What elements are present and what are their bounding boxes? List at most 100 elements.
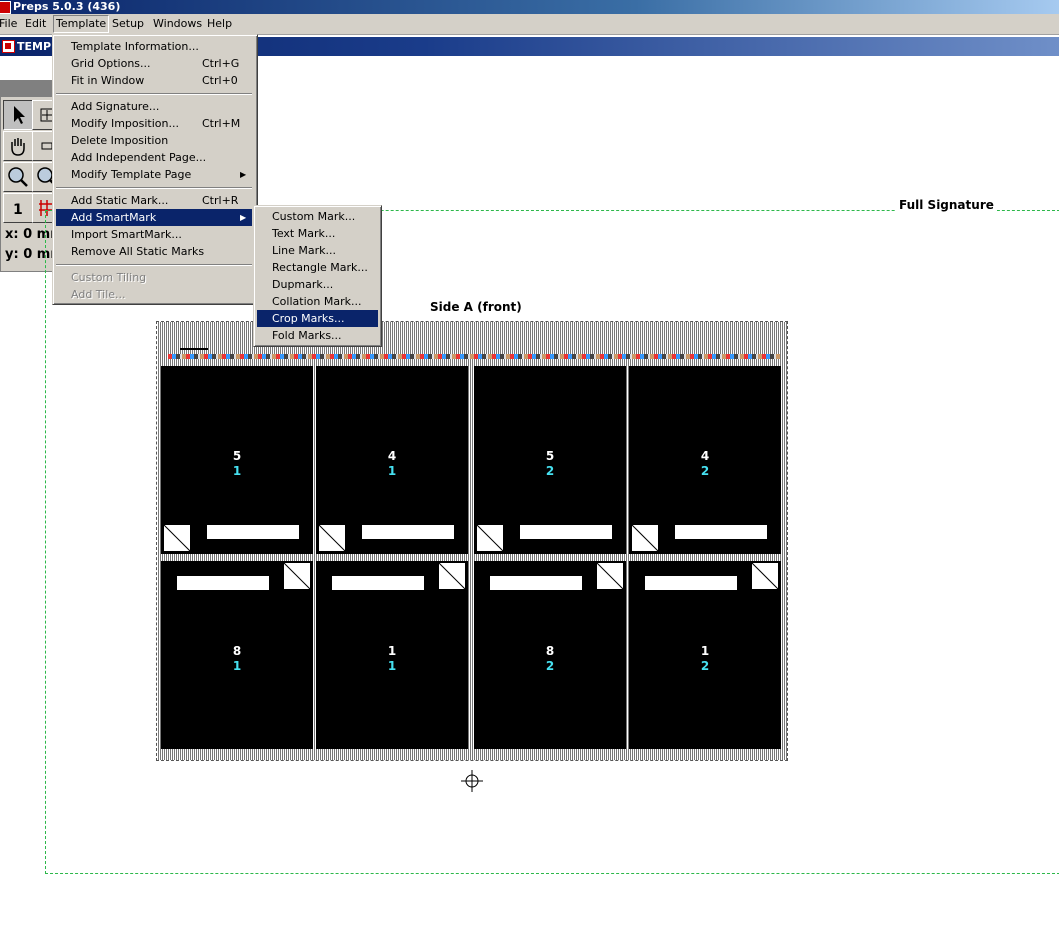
page-folio: 1 (700, 644, 710, 658)
page-corner-mark-icon (438, 562, 467, 591)
menu-help[interactable]: Help (204, 16, 235, 32)
arrow-icon[interactable] (3, 100, 33, 130)
menu-setup[interactable]: Setup (109, 16, 147, 32)
menu-separator (56, 187, 252, 189)
menu-item-label: Add Tile... (71, 288, 126, 301)
page-slug-bar (362, 525, 454, 539)
menu-item-add-smartmark[interactable]: Add SmartMark ▶ (56, 209, 252, 226)
submenu-item-fold-marks[interactable]: Fold Marks... (257, 327, 378, 344)
template-menu: Template Information... Grid Options... Ct… (52, 34, 258, 305)
menu-item-remove-all-static-marks[interactable]: Remove All Static Marks (56, 243, 252, 260)
menu-item-delete-imposition[interactable]: Delete Imposition (56, 132, 252, 149)
menu-item-shortcut: Ctrl+R (202, 194, 239, 207)
menu-item-modify-template-page[interactable]: Modify Template Page ▶ (56, 166, 252, 183)
menu-item-label: Template Information... (71, 40, 199, 53)
page-folio: 1 (387, 644, 397, 658)
submenu-item-dupmark[interactable]: Dupmark... (257, 276, 378, 293)
page-slug-bar (675, 525, 767, 539)
submenu-item-crop-marks[interactable]: Crop Marks... (257, 310, 378, 327)
page-corner-mark-icon (318, 524, 347, 553)
submenu-item-label: Fold Marks... (272, 329, 342, 342)
page-signature-number: 1 (232, 464, 242, 478)
menu-item-label: Modify Template Page (71, 168, 192, 181)
app-title-bar[interactable]: Preps 5.0.3 (436) (0, 0, 1059, 14)
page-folio: 5 (545, 449, 555, 463)
page-corner-mark-icon (751, 562, 780, 591)
submenu-arrow-icon: ▶ (240, 170, 247, 179)
menu-item-template-information[interactable]: Template Information... (56, 38, 252, 55)
menu-item-modify-imposition[interactable]: Modify Imposition... Ctrl+M (56, 115, 252, 132)
menu-item-shortcut: Ctrl+0 (202, 74, 238, 87)
submenu-item-collation-mark[interactable]: Collation Mark... (257, 293, 378, 310)
menu-separator (56, 264, 252, 266)
page-4-sig-2[interactable]: 42 (629, 366, 781, 554)
menu-item-shortcut: Ctrl+G (202, 57, 240, 70)
menu-template[interactable]: Template (53, 15, 110, 33)
page-8-sig-2[interactable]: 82 (474, 561, 626, 749)
menu-item-add-independent-page[interactable]: Add Independent Page... (56, 149, 252, 166)
page-corner-mark-icon (631, 524, 660, 553)
menu-file[interactable]: File (0, 16, 20, 32)
page-slug-bar (177, 576, 269, 590)
submenu-item-label: Custom Mark... (272, 210, 356, 223)
page-signature-number: 2 (545, 659, 555, 673)
page-folio: 4 (700, 449, 710, 463)
crosshair-icon[interactable] (461, 770, 483, 792)
submenu-item-rectangle-mark[interactable]: Rectangle Mark... (257, 259, 378, 276)
sheet-mark-line (180, 348, 208, 350)
page-signature-number: 1 (387, 464, 397, 478)
submenu-item-label: Line Mark... (272, 244, 337, 257)
page-tool-label: 1 (13, 202, 23, 218)
page-1-sig-2[interactable]: 12 (629, 561, 781, 749)
menu-item-add-static-mark[interactable]: Add Static Mark... Ctrl+R (56, 192, 252, 209)
menu-item-label: Delete Imposition (71, 134, 169, 147)
submenu-item-label: Crop Marks... (272, 312, 345, 325)
page-1-sig-1[interactable]: 11 (316, 561, 468, 749)
submenu-item-text-mark[interactable]: Text Mark... (257, 225, 378, 242)
zoom-in-icon[interactable] (3, 162, 33, 192)
submenu-item-label: Text Mark... (272, 227, 336, 240)
hand-icon[interactable] (3, 131, 33, 161)
submenu-item-label: Collation Mark... (272, 295, 362, 308)
page-slug-bar (332, 576, 424, 590)
menu-item-label: Modify Imposition... (71, 117, 179, 130)
menu-item-label: Custom Tiling (71, 271, 147, 284)
app-title: Preps 5.0.3 (436) (13, 0, 121, 13)
page-signature-number: 2 (700, 464, 710, 478)
app-icon (0, 1, 11, 14)
menu-item-add-signature[interactable]: Add Signature... (56, 98, 252, 115)
menu-item-shortcut: Ctrl+M (202, 117, 241, 130)
menu-item-label: Import SmartMark... (71, 228, 182, 241)
page-signature-number: 2 (700, 659, 710, 673)
submenu-item-line-mark[interactable]: Line Mark... (257, 242, 378, 259)
page-number-icon[interactable]: 1 (3, 193, 33, 223)
full-signature-label: Full Signature (896, 198, 997, 212)
menu-item-label: Add Static Mark... (71, 194, 169, 207)
menu-windows[interactable]: Windows (150, 16, 205, 32)
menu-item-import-smartmark[interactable]: Import SmartMark... (56, 226, 252, 243)
menu-item-custom-tiling[interactable]: Custom Tiling (56, 269, 252, 286)
page-corner-mark-icon (596, 562, 625, 591)
menu-item-grid-options[interactable]: Grid Options... Ctrl+G (56, 55, 252, 72)
menu-separator (56, 93, 252, 95)
page-folio: 4 (387, 449, 397, 463)
menu-item-fit-in-window[interactable]: Fit in Window Ctrl+0 (56, 72, 252, 89)
page-8-sig-1[interactable]: 81 (161, 561, 313, 749)
menu-item-add-tile[interactable]: Add Tile... (56, 286, 252, 303)
submenu-item-custom-mark[interactable]: Custom Mark... (257, 208, 378, 225)
menu-edit[interactable]: Edit (22, 16, 49, 32)
page-5-sig-1[interactable]: 51 (161, 366, 313, 554)
color-bar (168, 354, 780, 359)
menu-item-label: Add Independent Page... (71, 151, 207, 164)
menu-item-label: Remove All Static Marks (71, 245, 205, 258)
menu-item-label: Add Signature... (71, 100, 160, 113)
page-4-sig-1[interactable]: 41 (316, 366, 468, 554)
page-slug-bar (490, 576, 582, 590)
page-slug-bar (207, 525, 299, 539)
palette-caption[interactable] (1, 81, 59, 97)
side-label: Side A (front) (430, 300, 522, 314)
page-5-sig-2[interactable]: 52 (474, 366, 626, 554)
menu-item-label: Add SmartMark (71, 211, 157, 224)
page-folio: 5 (232, 449, 242, 463)
submenu-item-label: Dupmark... (272, 278, 334, 291)
